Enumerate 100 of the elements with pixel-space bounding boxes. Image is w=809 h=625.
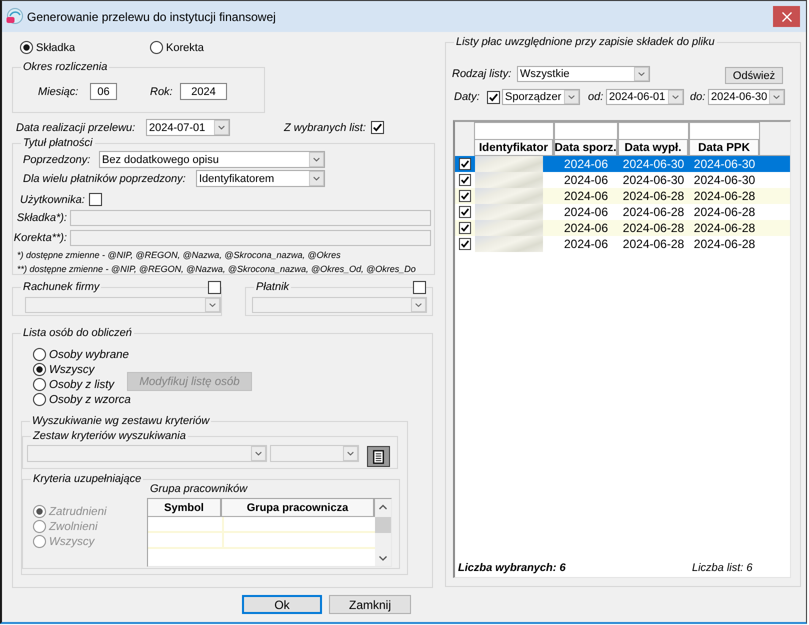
- document-button[interactable]: [367, 446, 390, 467]
- blurred-block: [475, 204, 543, 220]
- blurred-block: [475, 188, 543, 204]
- list-type-dropdown[interactable]: Wszystkie: [517, 66, 650, 82]
- checkbox[interactable]: [458, 238, 470, 250]
- radio-option[interactable]: Korekta: [150, 40, 206, 55]
- table-cell-text: 2024-06-30: [622, 156, 686, 172]
- field-label: Rok:: [150, 86, 174, 98]
- table-cell-text: 2024-06-30: [692, 156, 756, 172]
- checkbox[interactable]: [458, 190, 470, 202]
- table-cell-text: 2024-06-30: [622, 172, 686, 188]
- field-label: Miesiąc:: [38, 86, 80, 98]
- table-cell-text: 2024-06: [562, 172, 610, 188]
- prefix-dropdown[interactable]: Identyfikatorem: [196, 170, 325, 187]
- prefix-dropdown[interactable]: Bez dodatkowego opisu: [99, 151, 325, 168]
- date-kind-dropdown[interactable]: Sporządzer: [502, 89, 580, 105]
- app-icon: [6, 8, 23, 25]
- table-cell-text: 2024-06-28: [692, 220, 756, 236]
- column-header[interactable]: Data wypł.: [618, 139, 689, 156]
- footnote-text: **) dostępne zmienne - @NIP, @REGON, @Nazwa, @Skrocona_nazwa, @Okres_Od, @Okres_Do: [17, 263, 417, 276]
- blurred-block: [475, 172, 543, 188]
- field-label: od:: [588, 91, 604, 103]
- table-cell-text: 2024-06-28: [692, 204, 756, 220]
- checkbox[interactable]: [487, 90, 500, 104]
- chevron-down-icon: [668, 90, 683, 104]
- field-label: Poprzedzony:: [23, 154, 92, 166]
- table-row[interactable]: 2024-06 2024-06-30 2024-06-30: [455, 156, 790, 172]
- table-cell-text: 2024-06-28: [622, 220, 686, 236]
- filter-field[interactable]: [554, 122, 618, 139]
- radio-option[interactable]: Osoby z wzorca: [33, 392, 133, 407]
- checkbox[interactable]: [458, 222, 470, 234]
- date-dropdown[interactable]: 2024-06-01: [606, 89, 684, 105]
- close-dialog-button[interactable]: Zamknij: [329, 595, 411, 614]
- chevron-down-icon: [214, 120, 229, 135]
- selected-count: Liczba wybranych: 6: [458, 562, 567, 574]
- field-label: Składka*):: [16, 212, 68, 224]
- group-label: Zestaw kryteriów wyszukiwania: [31, 429, 188, 443]
- table-cell-text: 2024-06: [562, 236, 610, 252]
- radio-option[interactable]: Składka: [20, 40, 150, 55]
- footnote-text: *) dostępne zmienne - @NIP, @REGON, @Nazwa, @Skrocona_nazwa, @Okres: [17, 249, 342, 262]
- close-button[interactable]: [773, 6, 800, 27]
- field-label: Korekta**):: [13, 232, 68, 244]
- checkbox[interactable]: [458, 158, 470, 170]
- year-field[interactable]: 2024: [180, 83, 227, 100]
- field-label: do:: [690, 91, 706, 103]
- chevron-down-icon: [309, 171, 324, 186]
- date-dropdown[interactable]: 2024-06-30: [708, 89, 785, 105]
- filter-field[interactable]: [618, 122, 689, 139]
- checkbox[interactable]: [458, 174, 470, 186]
- column-header[interactable]: Symbol: [148, 499, 222, 517]
- month-field[interactable]: 06: [90, 83, 117, 100]
- table-cell-text: 2024-06-28: [692, 236, 756, 252]
- checkbox-label: Użytkownika:: [20, 194, 86, 206]
- field-label: Data realizacji przelewu:: [16, 122, 136, 134]
- filter-field[interactable]: [474, 122, 554, 139]
- radio-option[interactable]: Osoby wybrane: [33, 347, 131, 362]
- checkbox[interactable]: [458, 206, 470, 218]
- field-label: Dla wielu płatników poprzedzony:: [23, 172, 187, 184]
- group-label: Listy płac uwzględnione przy zapisie składek do pliku: [454, 35, 717, 49]
- blurred-block: [475, 156, 543, 172]
- scrollbar-thumb[interactable]: [375, 517, 391, 533]
- chevron-down-icon: [634, 67, 649, 81]
- chevron-down-icon: [343, 446, 358, 461]
- checkbox[interactable]: [371, 121, 384, 134]
- list-count: Liczba list: 6: [692, 562, 753, 574]
- table-row[interactable]: 2024-06 2024-06-28 2024-06-28: [455, 188, 790, 204]
- checkbox[interactable]: [89, 193, 102, 206]
- group-label: Wyszukiwanie wg zestawu kryteriów: [30, 414, 212, 428]
- chevron-down-icon: [251, 446, 266, 461]
- date-dropdown[interactable]: 2024-07-01: [146, 119, 230, 136]
- table-cell-text: 2024-06: [562, 204, 610, 220]
- window-title: Generowanie przelewu do instytucji finansowej: [27, 10, 276, 24]
- chevron-down-icon: [309, 152, 324, 167]
- table-cell-text: 2024-06-28: [622, 236, 686, 252]
- chevron-down-icon: [205, 298, 220, 312]
- column-header[interactable]: Grupa pracownicza: [222, 499, 375, 517]
- radio-option[interactable]: Osoby z listy: [33, 377, 116, 392]
- table-cell-text: 2024-06: [562, 156, 610, 172]
- table-title: Grupa pracowników: [150, 483, 248, 496]
- checkbox-label: Z wybranych list:: [284, 122, 367, 134]
- refresh-button[interactable]: Odśwież: [725, 67, 783, 84]
- table-cell-text: 2024-06: [562, 220, 610, 236]
- checkbox-label: Daty:: [454, 91, 481, 103]
- table-cell-text: 2024-06-28: [622, 204, 686, 220]
- blurred-block: [475, 220, 543, 236]
- radio-option[interactable]: Wszyscy: [33, 362, 96, 377]
- scrollbar[interactable]: [375, 499, 391, 566]
- group-label: Tytuł płatności: [21, 136, 94, 150]
- column-header[interactable]: Data PPK: [689, 139, 760, 156]
- filter-field[interactable]: [689, 122, 760, 139]
- ok-button[interactable]: Ok: [242, 595, 322, 614]
- column-header[interactable]: Identyfikator: [474, 139, 554, 156]
- table-cell-text: 2024-06-28: [692, 188, 756, 204]
- field-label: Rodzaj listy:: [452, 68, 512, 80]
- blurred-block: [475, 236, 543, 252]
- column-header[interactable]: Data sporz.: [554, 139, 618, 156]
- table-row[interactable]: 2024-06 2024-06-28 2024-06-28: [455, 220, 790, 236]
- table-cell-text: 2024-06-30: [692, 172, 756, 188]
- table-cell-text: 2024-06: [562, 188, 610, 204]
- chevron-down-icon: [411, 298, 426, 312]
